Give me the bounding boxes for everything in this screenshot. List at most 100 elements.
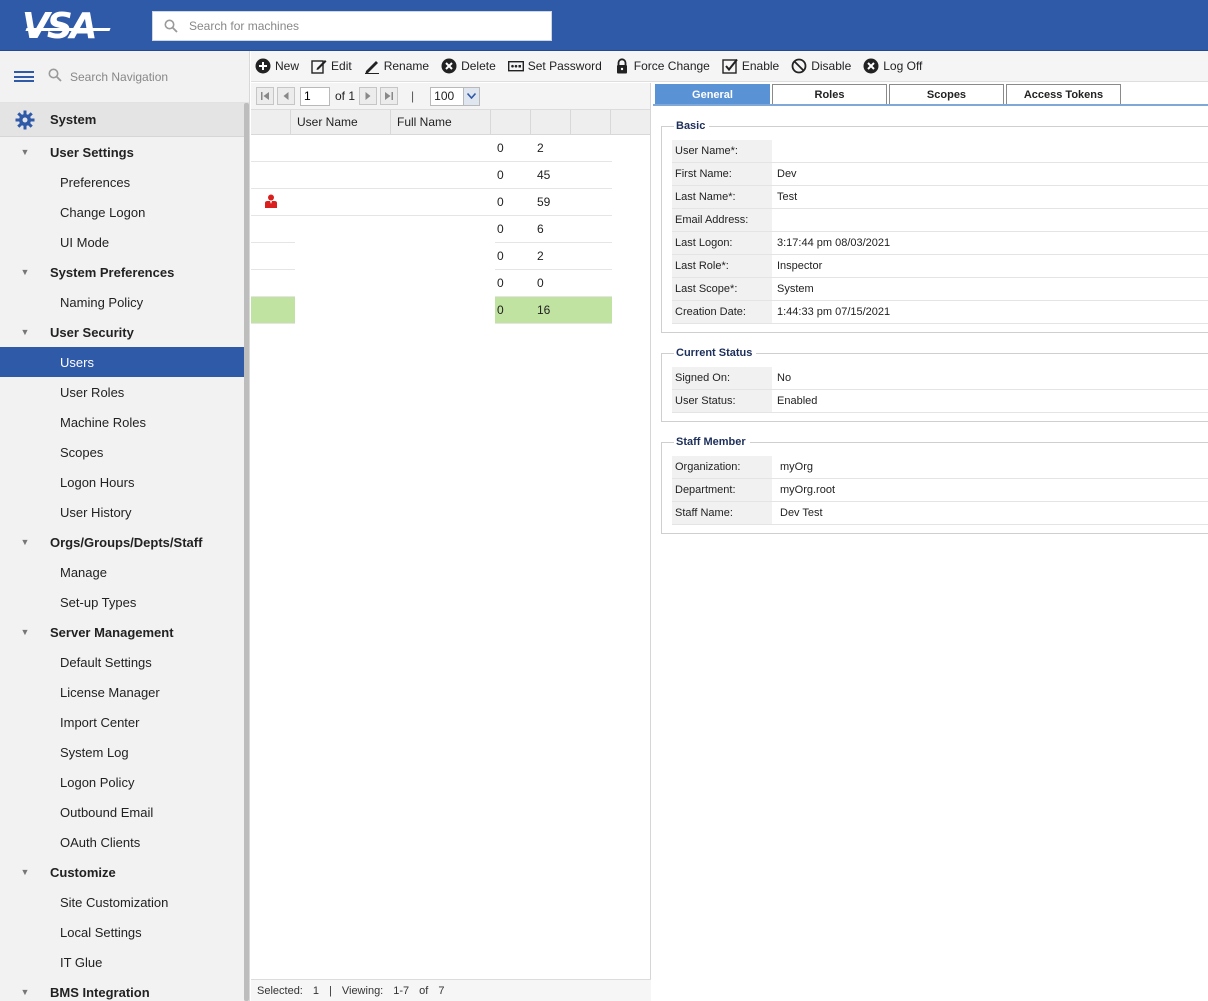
nav-group-system-preferences[interactable]: ▼ System Preferences [0,257,249,287]
nav-group-server-management[interactable]: ▼ Server Management [0,617,249,647]
next-page-button[interactable] [359,87,378,105]
sidebar-item-oauth-clients[interactable]: OAuth Clients [0,827,249,857]
section-staff-member: Staff Member Organization: myOrg Departmen… [661,436,1208,534]
sidebar-item-users[interactable]: Users [0,347,249,377]
sidebar-item-machine-roles[interactable]: Machine Roles [0,407,249,437]
col-full-name[interactable]: Full Name [391,110,491,134]
set-password-button[interactable]: Set Password [507,58,602,74]
field-label: Organization: [672,456,772,478]
sidebar-item-it-glue[interactable]: IT Glue [0,947,249,977]
nav-search-input[interactable] [70,69,230,84]
section-status-title: Current Status [676,347,753,359]
page-number-input[interactable] [300,86,330,106]
nav-tree: ▼ User Settings Preferences Change Logon UI … [0,137,249,1001]
machine-search-input[interactable] [189,19,539,33]
row-icon-cell [251,270,291,296]
sidebar-item-user-history[interactable]: User History [0,497,249,527]
field-label: First Name: [672,163,772,185]
enable-button[interactable]: Enable [722,58,779,74]
cell-user-name [291,189,391,215]
field-creation-date: Creation Date: 1:44:33 pm 07/15/2021 [672,301,1208,324]
cell-col-3: 0 [497,168,504,182]
col-user-name[interactable]: User Name [291,110,391,134]
tab-general[interactable]: General [655,84,770,104]
sidebar-item-preferences[interactable]: Preferences [0,167,249,197]
menu-icon[interactable] [0,69,48,85]
rename-button[interactable]: Rename [364,58,429,74]
nav-group-orgs-groups-depts-staff[interactable]: ▼ Orgs/Groups/Depts/Staff [0,527,249,557]
tab-access-tokens[interactable]: Access Tokens [1006,84,1121,104]
cell-col-3: 0 [497,303,504,317]
row-icon-cell [251,297,291,323]
field-label: Email Address: [672,209,772,231]
tab-scopes[interactable]: Scopes [889,84,1004,104]
sidebar-item-naming-policy[interactable]: Naming Policy [0,287,249,317]
log-off-button[interactable]: Log Off [863,58,922,74]
pencil-icon [364,58,380,74]
delete-label: Delete [461,59,496,73]
sidebar-item-default-settings[interactable]: Default Settings [0,647,249,677]
field-last-name: Last Name*: Test [672,186,1208,209]
sidebar-item-logon-policy[interactable]: Logon Policy [0,767,249,797]
nav-group-bms-integration[interactable]: ▼ BMS Integration [0,977,249,1001]
enable-label: Enable [741,59,780,73]
nav-group-user-settings[interactable]: ▼ User Settings [0,137,249,167]
lock-icon [614,58,630,74]
cell-user-name [291,135,391,161]
disable-button[interactable]: Disable [791,58,851,74]
grid-header: User Name Full Name [251,110,650,135]
table-row[interactable]: 02 [251,135,612,162]
nav-search[interactable] [48,68,230,85]
field-value: No [777,372,792,384]
table-row[interactable]: 0 59 [251,189,612,216]
nav-group-customize[interactable]: ▼ Customize [0,857,249,887]
row-icon-cell [251,162,291,188]
sidebar-item-local-settings[interactable]: Local Settings [0,917,249,947]
field-value: Dev [777,168,797,180]
field-label: Signed On: [672,367,772,389]
sidebar-item-ui-mode[interactable]: UI Mode [0,227,249,257]
cell-col-4: 2 [537,141,544,155]
first-page-button[interactable] [256,87,274,105]
sidebar-item-set-up-types[interactable]: Set-up Types [0,587,249,617]
sidebar-item-system-log[interactable]: System Log [0,737,249,767]
vsa-logo[interactable]: VSA [22,6,111,47]
section-current-status: Current Status Signed On: No User Status: E… [661,347,1208,422]
sidebar-item-logon-hours[interactable]: Logon Hours [0,467,249,497]
new-button[interactable]: New [255,58,299,74]
search-icon [48,68,62,85]
sidebar-item-user-roles[interactable]: User Roles [0,377,249,407]
prev-page-button[interactable] [277,87,295,105]
last-page-button[interactable] [380,87,399,105]
field-value: 1:44:33 pm 07/15/2021 [777,306,891,318]
nav-group-user-security[interactable]: ▼ User Security [0,317,249,347]
field-value: Dev Test [780,507,823,519]
nav-module-system[interactable]: System [0,103,249,137]
sidebar-top [0,51,249,103]
sidebar-item-import-center[interactable]: Import Center [0,707,249,737]
edit-button[interactable]: Edit [311,58,352,74]
col-3[interactable] [491,110,531,134]
sidebar-scrollbar[interactable] [244,103,249,1001]
page-size-select[interactable]: 100 [430,86,481,106]
col-4[interactable] [531,110,571,134]
force-change-button[interactable]: Force Change [614,58,710,74]
top-header: VSA [0,0,1208,51]
sidebar-item-change-logon[interactable]: Change Logon [0,197,249,227]
sidebar-item-outbound-email[interactable]: Outbound Email [0,797,249,827]
sidebar-item-scopes[interactable]: Scopes [0,437,249,467]
grid-status-bar: Selected: 1 | Viewing: 1-7 of 7 [251,979,651,1001]
table-row[interactable]: 0 45 [251,162,612,189]
delete-button[interactable]: Delete [441,58,496,74]
sidebar-item-license-manager[interactable]: License Manager [0,677,249,707]
chevron-down-icon [463,87,480,105]
field-last-scope: Last Scope*: System [672,278,1208,301]
field-user-name: User Name*: [672,140,1208,163]
sidebar-item-manage[interactable]: Manage [0,557,249,587]
detail-tabs: General Roles Scopes Access Tokens [653,83,1208,106]
machine-search-box[interactable] [152,11,552,41]
tab-roles[interactable]: Roles [772,84,887,104]
cell-col-3: 0 [497,222,504,236]
field-last-role: Last Role*: Inspector [672,255,1208,278]
sidebar-item-site-customization[interactable]: Site Customization [0,887,249,917]
